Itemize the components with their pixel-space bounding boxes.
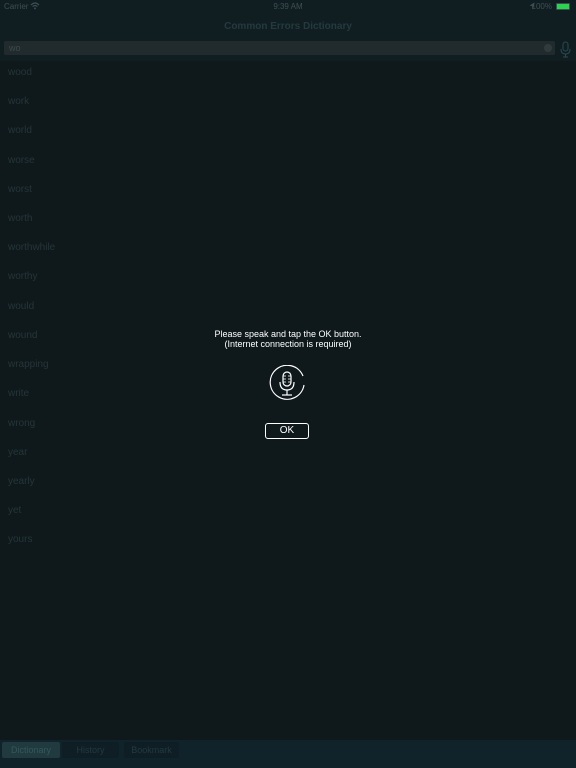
microphone-icon xyxy=(269,365,305,400)
list-item[interactable]: wrong xyxy=(8,412,35,441)
list-item[interactable]: worst xyxy=(8,178,32,207)
list-item[interactable]: worth xyxy=(8,207,32,236)
list-item[interactable]: worse xyxy=(8,149,35,178)
list-item[interactable]: wrapping xyxy=(8,353,49,382)
tab-history[interactable]: History xyxy=(62,742,119,758)
ok-button[interactable]: OK xyxy=(265,423,309,439)
clear-search-icon[interactable] xyxy=(544,44,552,52)
battery-level xyxy=(557,4,569,9)
list-item[interactable]: yet xyxy=(8,499,21,528)
list-item[interactable]: would xyxy=(8,295,34,324)
tab-dictionary[interactable]: Dictionary xyxy=(2,742,60,758)
list-item[interactable]: year xyxy=(8,441,27,470)
search-bar: wo xyxy=(0,40,576,62)
list-item[interactable]: work xyxy=(8,90,29,119)
battery-icon xyxy=(556,3,570,10)
list-item[interactable]: worthy xyxy=(8,265,37,294)
status-bar: Carrier 9:39 AM 100% xyxy=(0,0,576,13)
list-item[interactable]: yours xyxy=(8,528,32,557)
list-item[interactable]: write xyxy=(8,382,29,411)
list-item[interactable]: worthwhile xyxy=(8,236,55,265)
battery-percentage: 100% xyxy=(531,2,552,11)
tab-bar: Dictionary History Bookmark xyxy=(0,740,576,768)
tab-bookmark[interactable]: Bookmark xyxy=(124,742,179,758)
voice-prompt-line-2: (Internet connection is required) xyxy=(224,339,352,349)
microphone-button-icon[interactable] xyxy=(559,41,572,59)
page-title: Common Errors Dictionary xyxy=(224,21,352,32)
search-input[interactable]: wo xyxy=(4,41,555,55)
navigation-bar: Common Errors Dictionary xyxy=(0,13,576,40)
clock: 9:39 AM xyxy=(273,2,303,11)
voice-prompt-line-1: Please speak and tap the OK button. xyxy=(214,329,362,339)
list-item[interactable]: world xyxy=(8,119,32,148)
list-item[interactable]: yearly xyxy=(8,470,35,499)
list-item[interactable]: wood xyxy=(8,61,32,90)
